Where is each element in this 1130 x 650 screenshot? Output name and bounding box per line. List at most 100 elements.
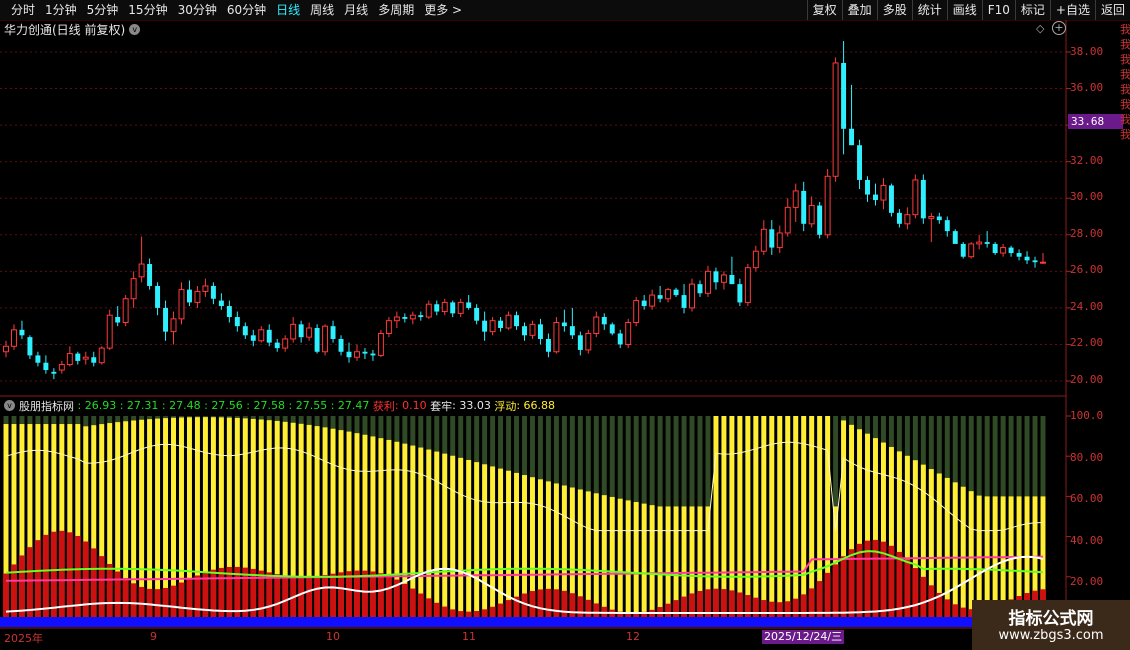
- profit-bar: [553, 589, 560, 617]
- profit-bar: [178, 582, 185, 617]
- candle-body: [441, 301, 448, 313]
- price-axis-label: 30.00: [1070, 190, 1104, 203]
- candle-body: [377, 332, 384, 356]
- candle-body: [792, 190, 799, 208]
- candle-body: [194, 290, 201, 303]
- candle-body: [202, 285, 209, 292]
- candle-body: [498, 320, 504, 328]
- profit-bar: [377, 573, 384, 617]
- profit-bar: [960, 607, 967, 617]
- profit-bar: [282, 575, 289, 617]
- profit-bar: [306, 576, 313, 617]
- candle-body: [545, 338, 551, 352]
- plus-circle-icon[interactable]: +: [1052, 21, 1066, 35]
- profit-bar: [505, 600, 512, 617]
- volume-base-bar: [0, 617, 1066, 627]
- candle-body: [43, 362, 49, 371]
- candle-body: [186, 289, 192, 303]
- candle-body: [561, 322, 567, 327]
- candle-body: [657, 295, 663, 299]
- chip-bar: [593, 493, 599, 617]
- profit-bar: [322, 575, 329, 617]
- price-axis-label: 22.00: [1070, 336, 1104, 349]
- candle-body: [769, 229, 775, 248]
- price-axis-label: 38.00: [1070, 45, 1104, 58]
- candle-body: [98, 347, 105, 364]
- chart-title: 华力创通(日线 前复权) v: [4, 21, 141, 37]
- profit-bar: [18, 555, 25, 617]
- candle-body: [314, 327, 320, 352]
- chip-bar: [737, 416, 743, 617]
- chip-bar: [490, 466, 496, 617]
- candle-body: [617, 333, 623, 345]
- indicator-value: 27.56: [211, 399, 243, 412]
- profit-bar: [441, 606, 448, 617]
- indicator-value: 27.48: [169, 399, 201, 412]
- candle-body: [330, 326, 336, 339]
- stock-title: 华力创通(日线 前复权): [4, 22, 126, 37]
- chip-bar: [944, 477, 950, 617]
- price-axis-label: 32.00: [1070, 154, 1104, 167]
- candle-body: [984, 242, 990, 244]
- profit-bar: [457, 611, 464, 617]
- profit-bar: [465, 611, 472, 617]
- candle-body: [904, 214, 911, 225]
- candle-body: [784, 206, 791, 234]
- month-label: 12: [626, 630, 640, 643]
- candle-body: [912, 179, 919, 216]
- candle-body: [138, 263, 145, 278]
- candle-body: [625, 322, 632, 345]
- candle-body: [873, 194, 878, 201]
- profit-bar: [792, 598, 799, 617]
- chip-bar: [649, 505, 655, 617]
- candle-body: [744, 267, 751, 303]
- price-axis-label: 36.00: [1070, 81, 1104, 94]
- profit-bar: [90, 548, 97, 617]
- profit-label: 获利: [372, 399, 395, 413]
- candle-body: [346, 351, 352, 358]
- candle-body: [306, 327, 313, 338]
- candle-body: [322, 325, 329, 353]
- candle-body: [936, 216, 942, 221]
- indicator-value: 26.93: [84, 399, 117, 412]
- chip-bar: [434, 451, 440, 617]
- candle-body: [649, 294, 656, 307]
- indicator-name: 股朋指标网: [19, 399, 74, 413]
- profit-bar: [561, 590, 568, 617]
- profit-bar: [162, 587, 169, 617]
- chip-bar: [625, 500, 631, 617]
- candle-body: [82, 356, 89, 360]
- profit-bar: [401, 583, 408, 617]
- candle-body: [577, 335, 583, 350]
- profit-bar: [832, 564, 839, 617]
- chip-bar: [968, 491, 974, 617]
- indicator-axis-label: 80.00: [1070, 451, 1104, 464]
- profit-bar: [154, 589, 161, 617]
- profit-value: 0.10: [402, 399, 427, 412]
- profit-bar: [98, 556, 105, 617]
- candle-body: [11, 329, 17, 347]
- profit-bar: [338, 572, 345, 617]
- trapped-label: 套牢: [430, 399, 453, 413]
- candle-body: [178, 289, 185, 320]
- stock-chart[interactable]: [0, 0, 1130, 650]
- candle-body: [418, 315, 424, 318]
- chip-bar: [514, 472, 519, 617]
- candle-body: [857, 145, 863, 180]
- candle-body: [697, 284, 703, 294]
- chevron-down-icon[interactable]: v: [4, 400, 15, 411]
- indicator-axis-label: 60.00: [1070, 492, 1104, 505]
- chevron-down-icon[interactable]: v: [129, 23, 141, 35]
- candle-body: [824, 175, 831, 236]
- chip-bar: [466, 459, 472, 617]
- chip-bar: [601, 495, 607, 617]
- candle-body: [130, 278, 137, 300]
- indicator-axis-label: 20.00: [1070, 575, 1104, 588]
- right-side-panel-edge: 我我我我我我我我: [1120, 23, 1130, 141]
- diamond-icon[interactable]: ◇: [1036, 22, 1044, 35]
- profit-bar: [194, 575, 201, 617]
- profit-bar: [26, 547, 33, 617]
- year-label: 2025年: [4, 632, 43, 645]
- profit-bar: [42, 534, 49, 617]
- candle-body: [425, 303, 432, 318]
